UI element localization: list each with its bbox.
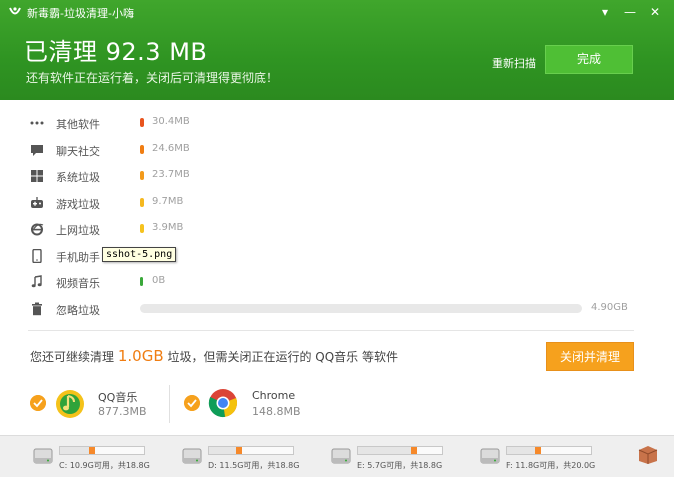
disk-status-bar: C: 10.9G可用，共18.8G D: 11.5G可用，共18.8G E: 5… (0, 435, 674, 477)
menu-dropdown-button[interactable]: ▾ (595, 3, 615, 21)
chrome-icon (208, 389, 238, 418)
list-item: 聊天社交 24.6MB (0, 137, 660, 163)
disk-label: C: 10.9G可用，共18.8G (59, 461, 150, 470)
disk-label: D: 11.5G可用，共18.8G (208, 461, 300, 470)
list-item: 上网垃圾 3.9MB (0, 216, 660, 242)
divider (28, 330, 634, 331)
hard-drive-icon (33, 448, 53, 464)
app-name: Chrome (252, 389, 296, 402)
category-size: 24.6MB (152, 143, 190, 154)
list-item: 视频音乐 0B (0, 269, 660, 295)
category-size: 0B (152, 275, 166, 286)
category-name: 手机助手 (56, 251, 100, 264)
more-dots-icon (30, 121, 44, 125)
list-item: 游戏垃圾 9.7MB (0, 190, 660, 216)
size-indicator (140, 145, 144, 154)
category-size: 9.7MB (152, 196, 184, 207)
ie-browser-icon (31, 223, 44, 236)
category-name: 其他软件 (56, 118, 100, 131)
disk-item[interactable]: D: 11.5G可用，共18.8G (181, 441, 321, 475)
disk-item[interactable]: F: 11.8G可用，共20.0G (479, 441, 619, 475)
music-note-icon (31, 275, 42, 288)
disk-usage-bar (357, 446, 443, 455)
category-name: 视频音乐 (56, 277, 100, 290)
size-indicator (140, 224, 144, 233)
more-amount: 1.0GB (117, 347, 164, 365)
checkbox-checked-icon[interactable] (184, 395, 200, 411)
category-size: 3.9MB (152, 222, 184, 233)
done-button[interactable]: 完成 (545, 45, 633, 74)
app-divider (169, 385, 170, 423)
ignored-junk-bar (140, 304, 582, 313)
chat-bubble-icon (31, 145, 43, 156)
list-item: 其他软件 30.4MB (0, 110, 660, 136)
list-item: 忽略垃圾 4.90GB (0, 296, 660, 322)
disk-label: E: 5.7G可用，共18.8G (357, 461, 443, 470)
filename-tooltip: sshot-5.png (102, 247, 177, 262)
disk-item[interactable]: E: 5.7G可用，共18.8G (330, 441, 470, 475)
title-bar: 新毒霸-垃圾清理-小嗨 ▾ — ✕ (0, 0, 674, 24)
disk-usage-bar (506, 446, 592, 455)
hard-drive-icon (182, 448, 202, 464)
gamepad-icon (31, 197, 43, 208)
size-indicator (140, 198, 144, 207)
windows-icon (31, 170, 43, 182)
more-cleanable-text: 您还可继续清理 1.0GB 垃圾，但需关闭正在运行的 QQ音乐 等软件 (30, 347, 398, 365)
list-item: 手机助手 (0, 243, 660, 269)
minimize-button[interactable]: — (620, 3, 640, 21)
category-name: 上网垃圾 (56, 224, 100, 237)
result-header: 新毒霸-垃圾清理-小嗨 ▾ — ✕ 已清理 92.3 MB 还有软件正在运行着，… (0, 0, 674, 100)
category-size: 23.7MB (152, 169, 190, 180)
toolbox-icon[interactable] (637, 443, 659, 465)
checkbox-checked-icon[interactable] (30, 395, 46, 411)
app-name: QQ音乐 (98, 391, 138, 404)
duba-logo-icon (9, 7, 21, 15)
rescan-link[interactable]: 重新扫描 (492, 55, 536, 71)
disk-label: F: 11.8G可用，共20.0G (506, 461, 596, 470)
more-prefix: 您还可继续清理 (30, 350, 115, 364)
category-size: 30.4MB (152, 116, 190, 127)
app-size: 148.8MB (252, 405, 301, 418)
window-title: 新毒霸-垃圾清理-小嗨 (27, 7, 134, 20)
cleaned-total: 已清理 92.3 MB (24, 38, 208, 66)
list-item: 系统垃圾 23.7MB (0, 163, 660, 189)
disk-item[interactable]: C: 10.9G可用，共18.8G (32, 441, 172, 475)
category-name: 忽略垃圾 (56, 304, 100, 317)
close-and-clean-button[interactable]: 关闭并清理 (546, 342, 634, 371)
category-name: 聊天社交 (56, 145, 100, 158)
app-size: 877.3MB (98, 405, 147, 418)
hard-drive-icon (331, 448, 351, 464)
size-indicator (140, 277, 143, 286)
running-app-item[interactable]: Chrome 148.8MB (184, 385, 314, 425)
trash-icon (32, 302, 42, 316)
size-indicator (140, 118, 144, 127)
disk-usage-bar (59, 446, 145, 455)
cleanup-window: 新毒霸-垃圾清理-小嗨 ▾ — ✕ 已清理 92.3 MB 还有软件正在运行着，… (0, 0, 674, 477)
size-indicator (140, 171, 144, 180)
running-app-item[interactable]: QQ音乐 877.3MB (30, 385, 160, 425)
category-name: 系统垃圾 (56, 171, 100, 184)
phone-icon (32, 249, 42, 263)
category-name: 游戏垃圾 (56, 198, 100, 211)
category-size: 4.90GB (591, 302, 628, 313)
running-warning: 还有软件正在运行着，关闭后可清理得更彻底！ (26, 71, 279, 85)
more-suffix: 垃圾，但需关闭正在运行的 QQ音乐 等软件 (167, 350, 398, 364)
close-button[interactable]: ✕ (645, 3, 665, 21)
hard-drive-icon (480, 448, 500, 464)
disk-usage-bar (208, 446, 294, 455)
qq-music-icon (56, 390, 84, 418)
